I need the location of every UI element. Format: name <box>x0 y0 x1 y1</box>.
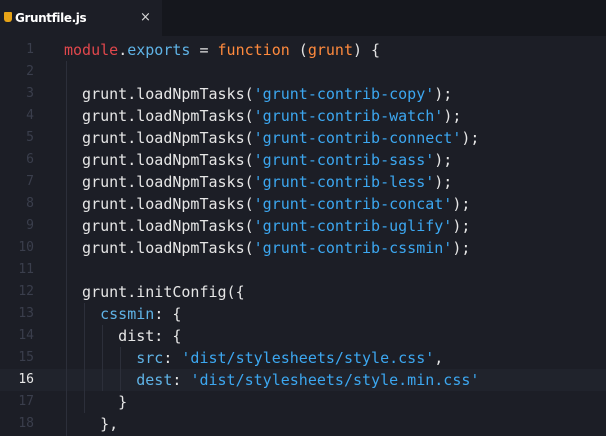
code-token: }, <box>64 415 119 433</box>
code-line[interactable]: dest: 'dist/stylesheets/style.min.css' <box>64 369 479 391</box>
code-line[interactable]: dist: { <box>64 325 181 347</box>
line-number: 18 <box>18 416 34 431</box>
tab-bar: Gruntfile.js × <box>0 0 606 36</box>
code-line[interactable]: grunt.loadNpmTasks('grunt-contrib-connec… <box>64 127 479 149</box>
code-line[interactable]: }, <box>64 413 118 435</box>
code-line[interactable]: grunt.loadNpmTasks('grunt-contrib-sass')… <box>64 149 452 171</box>
code-token: src <box>64 349 164 367</box>
line-number: 5 <box>26 130 34 145</box>
code-token: grunt.loadNpmTasks( <box>64 129 254 147</box>
code-token: , <box>434 349 444 367</box>
code-line[interactable]: grunt.initConfig({ <box>64 281 245 303</box>
code-token: grunt.loadNpmTasks( <box>64 85 254 103</box>
code-token: grunt <box>307 41 353 59</box>
code-token: 'grunt-contrib-uglify' <box>253 217 453 235</box>
line-number: 11 <box>18 262 34 277</box>
close-icon[interactable]: × <box>140 10 151 26</box>
code-token: . <box>118 41 128 59</box>
code-token: 'dist/stylesheets/style.min.css' <box>190 371 480 389</box>
code-line[interactable]: grunt.loadNpmTasks('grunt-contrib-concat… <box>64 193 470 215</box>
line-number: 13 <box>18 306 34 321</box>
code-line[interactable]: grunt.loadNpmTasks('grunt-contrib-copy')… <box>64 83 452 105</box>
line-number: 1 <box>26 42 34 57</box>
tab-gruntfile[interactable]: Gruntfile.js × <box>0 0 162 36</box>
code-token: 'grunt-contrib-connect' <box>253 129 462 147</box>
code-token: ); <box>452 217 471 235</box>
line-number: 10 <box>18 240 34 255</box>
code-line[interactable]: src: 'dist/stylesheets/style.css', <box>64 347 443 369</box>
code-line[interactable]: module.exports = function (grunt) { <box>64 39 380 61</box>
code-token: 'grunt-contrib-concat' <box>253 195 453 213</box>
line-number: 8 <box>26 196 34 211</box>
code-token: ); <box>452 239 471 257</box>
code-token: grunt.loadNpmTasks( <box>64 173 254 191</box>
tab-title: Gruntfile.js <box>15 11 87 25</box>
code-line[interactable]: cssmin: { <box>64 303 181 325</box>
code-token: grunt.loadNpmTasks( <box>64 107 254 125</box>
line-number: 15 <box>18 350 34 365</box>
code-line[interactable]: grunt.loadNpmTasks('grunt-contrib-cssmin… <box>64 237 470 259</box>
line-number: 17 <box>18 394 34 409</box>
code-token: } <box>64 393 128 411</box>
code-editor[interactable]: 1 2 3 4 5 6 7 8 9 10 11 12 13 14 15 16 17 18 module.expor… <box>0 36 606 436</box>
line-number: 6 <box>26 152 34 167</box>
code-token: grunt.loadNpmTasks( <box>64 151 254 169</box>
grunt-file-icon <box>4 12 12 22</box>
code-token: ); <box>443 107 462 125</box>
code-token: dest <box>64 371 173 389</box>
code-token: 'dist/stylesheets/style.css' <box>181 349 435 367</box>
code-token: grunt.initConfig({ <box>64 283 245 301</box>
code-token: ); <box>452 195 471 213</box>
code-line[interactable]: grunt.loadNpmTasks('grunt-contrib-uglify… <box>64 215 470 237</box>
code-token: module <box>64 41 119 59</box>
line-number: 14 <box>18 328 34 343</box>
code-token: 'grunt-contrib-watch' <box>253 107 444 125</box>
code-token: = <box>190 41 218 59</box>
code-token: : <box>172 371 191 389</box>
code-token: function <box>217 41 290 59</box>
line-number: 2 <box>26 64 34 79</box>
code-line[interactable]: grunt.loadNpmTasks('grunt-contrib-watch'… <box>64 105 461 127</box>
code-token: ) { <box>353 41 381 59</box>
line-number: 3 <box>26 86 34 101</box>
code-token: 'grunt-contrib-copy' <box>253 85 435 103</box>
code-token: ); <box>434 151 453 169</box>
code-token: grunt.loadNpmTasks( <box>64 217 254 235</box>
code-token: 'grunt-contrib-less' <box>253 173 435 191</box>
code-token: 'grunt-contrib-cssmin' <box>253 239 453 257</box>
code-line[interactable]: } <box>64 391 127 413</box>
code-token: cssmin <box>64 305 155 323</box>
code-token: grunt.loadNpmTasks( <box>64 195 254 213</box>
code-token: ); <box>434 173 453 191</box>
code-line[interactable]: grunt.loadNpmTasks('grunt-contrib-less')… <box>64 171 452 193</box>
code-token: dist: { <box>64 327 182 345</box>
line-number: 7 <box>26 174 34 189</box>
code-token: ); <box>461 129 480 147</box>
code-token: : <box>163 349 182 367</box>
line-number: 4 <box>26 108 34 123</box>
line-number: 9 <box>26 218 34 233</box>
code-token: grunt.loadNpmTasks( <box>64 239 254 257</box>
line-number: 12 <box>18 284 34 299</box>
code-token: : { <box>154 305 182 323</box>
editor-window: Gruntfile.js × 1 2 3 4 5 6 7 8 9 10 11 12 13 14 15 16 17… <box>0 0 606 436</box>
code-token: ); <box>434 85 453 103</box>
line-number: 16 <box>18 372 34 387</box>
code-token: ( <box>289 41 308 59</box>
code-token: 'grunt-contrib-sass' <box>253 151 435 169</box>
code-token: exports <box>127 41 191 59</box>
